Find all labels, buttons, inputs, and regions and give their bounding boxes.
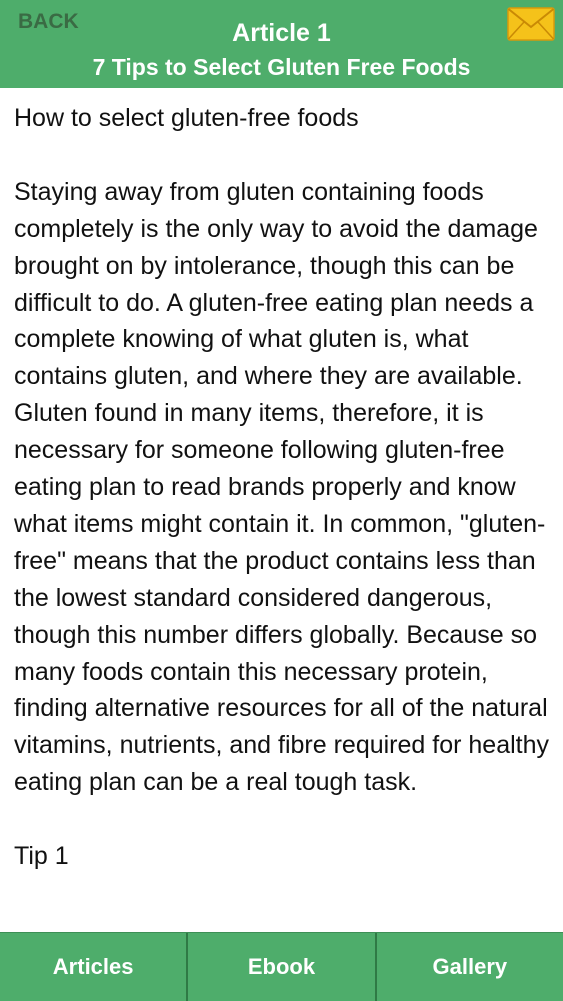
tip-heading: Tip 1 [14, 842, 69, 871]
tab-ebook[interactable]: Ebook [186, 933, 374, 1001]
header-bar: BACK Article 1 7 Tips to Select Gluten F… [0, 0, 563, 88]
article-title: Article 1 [232, 19, 331, 47]
envelope-icon-graphic [507, 7, 555, 41]
bottom-tab-bar: Articles Ebook Gallery [0, 932, 563, 1001]
envelope-icon[interactable] [507, 7, 555, 41]
tab-gallery[interactable]: Gallery [374, 933, 563, 1001]
article-subtitle: 7 Tips to Select Gluten Free Foods [92, 54, 471, 80]
article-body: Staying away from gluten containing food… [14, 177, 549, 797]
article-heading: How to select gluten-free foods [14, 104, 359, 132]
article-content: How to select gluten-free foods Staying … [14, 100, 549, 932]
tab-articles[interactable]: Articles [0, 933, 186, 1001]
